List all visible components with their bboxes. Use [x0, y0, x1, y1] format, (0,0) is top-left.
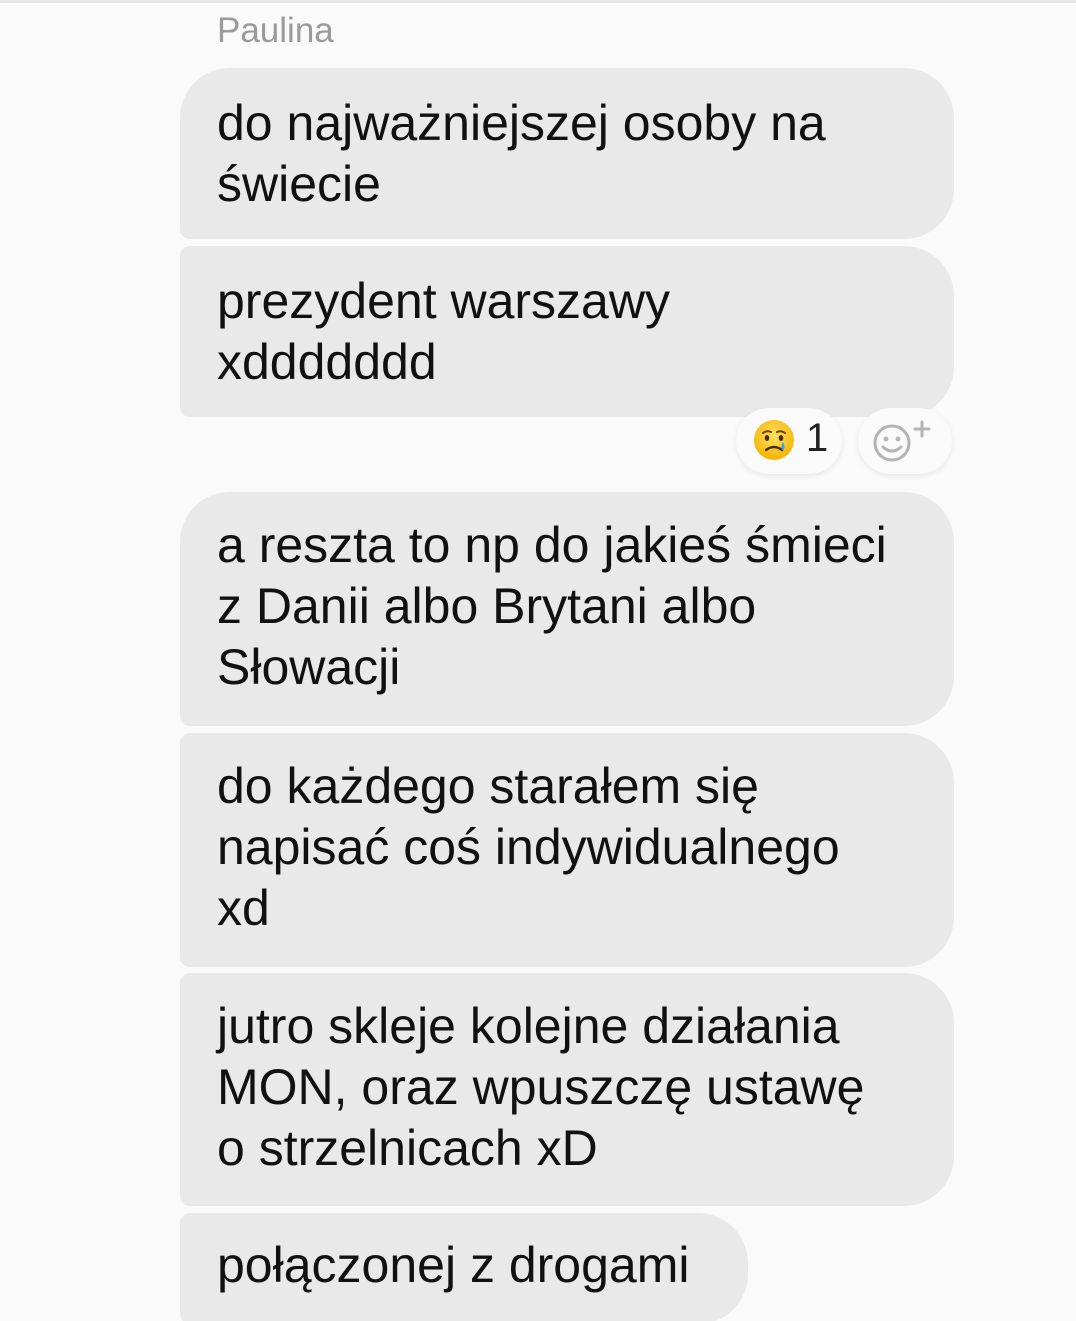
reaction-count: 1: [806, 416, 829, 460]
reaction-pill[interactable]: 1: [736, 408, 842, 474]
message-bubble[interactable]: do najważniejszej osoby na świecie: [180, 68, 954, 239]
message-bubble[interactable]: a reszta to np do jakieś śmieci z Danii …: [180, 492, 954, 726]
add-reaction-button[interactable]: [858, 408, 952, 474]
message-bubble[interactable]: prezydent warszawy xddddddd: [180, 246, 954, 417]
chat-screen: Paulina do najważniejszej osoby na świec…: [0, 0, 1076, 1321]
crying-face-icon: [754, 420, 794, 460]
message-bubble[interactable]: do każdego starałem się napisać coś indy…: [180, 733, 954, 967]
message-bubble[interactable]: jutro skleje kolejne działania MON, oraz…: [180, 973, 954, 1206]
add-reaction-icon: [873, 420, 931, 462]
sender-name: Paulina: [217, 11, 334, 50]
message-bubble[interactable]: połączonej z drogami: [180, 1213, 748, 1321]
